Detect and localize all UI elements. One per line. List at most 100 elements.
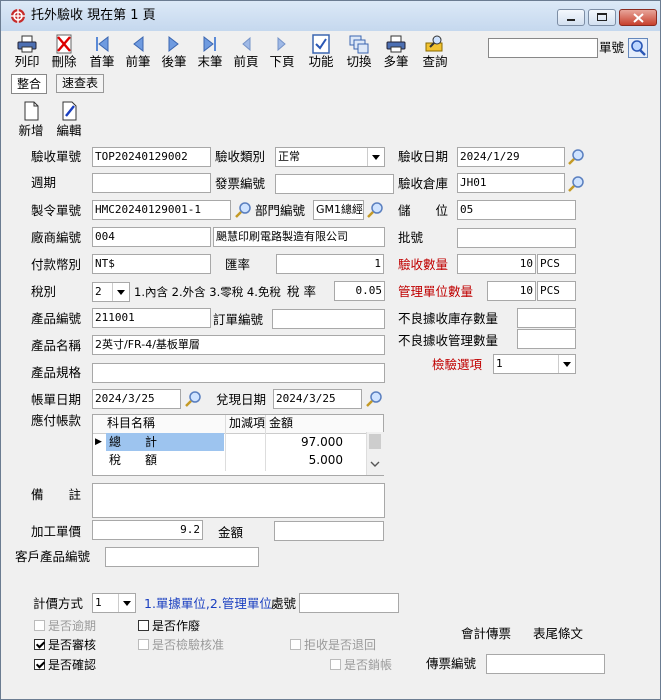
- amount-field[interactable]: [274, 521, 384, 541]
- last-record-icon: [203, 35, 216, 53]
- unit-price-label: 加工單價: [31, 524, 82, 539]
- cash-date-lookup-icon[interactable]: [365, 390, 383, 408]
- next-page-button[interactable]: 下頁: [265, 34, 299, 74]
- mgmt-unit-field[interactable]: PCS: [537, 281, 576, 301]
- function-button[interactable]: 功能: [304, 34, 338, 74]
- table-row[interactable]: 稅 額 5.000: [93, 452, 365, 470]
- voided-checkbox[interactable]: [138, 620, 149, 631]
- grid-scroll-thumb[interactable]: [369, 434, 381, 449]
- bill-date-field[interactable]: 2024/3/25: [92, 389, 181, 409]
- tab-integrated[interactable]: 整合: [11, 74, 47, 94]
- bill-date-lookup-icon[interactable]: [184, 390, 202, 408]
- returned-label: 拒收是否退回: [304, 638, 377, 652]
- footer-terms-label[interactable]: 表尾條文: [533, 625, 583, 643]
- query-icon: [425, 35, 443, 52]
- dept-lookup-icon[interactable]: [366, 201, 384, 219]
- grid-header-adj: 加減項: [229, 416, 266, 430]
- tax-rate-field[interactable]: 0.05: [334, 281, 385, 301]
- inspect-select[interactable]: 1: [493, 354, 576, 374]
- search-input[interactable]: [488, 38, 598, 58]
- maximize-button[interactable]: [588, 9, 616, 26]
- order-ref-field[interactable]: [272, 309, 385, 329]
- query-button[interactable]: 查詢: [418, 34, 452, 74]
- grid-cell-name: 稅 額: [109, 453, 158, 467]
- delete-icon: [56, 34, 72, 54]
- minimize-button[interactable]: [557, 9, 585, 26]
- cash-date-field[interactable]: 2024/3/25: [273, 389, 362, 409]
- grid-scrollbar[interactable]: [366, 432, 384, 475]
- first-record-icon: [96, 35, 109, 53]
- last-record-button[interactable]: 末筆: [193, 34, 227, 74]
- grid-cell-amount: 97.000: [301, 435, 343, 449]
- receipt-date-lookup-icon[interactable]: [567, 148, 585, 166]
- order-no-lookup-icon[interactable]: [234, 201, 252, 219]
- switch-button[interactable]: 切換: [342, 34, 376, 74]
- qty-unit-field[interactable]: PCS: [537, 254, 576, 274]
- spec-label: 產品規格: [31, 365, 82, 380]
- canceled-checkbox[interactable]: [330, 659, 341, 670]
- delete-button[interactable]: 刪除: [47, 34, 81, 74]
- next-record-button[interactable]: 後筆: [157, 34, 191, 74]
- prev-record-button[interactable]: 前筆: [121, 34, 155, 74]
- rate-field[interactable]: 1: [276, 254, 384, 274]
- bad-mgmt-field[interactable]: [517, 329, 576, 349]
- warehouse-lookup-icon[interactable]: [567, 175, 585, 193]
- inspected-label: 是否檢驗核准: [152, 638, 225, 652]
- dept2-field[interactable]: [299, 593, 399, 613]
- batch-field[interactable]: [457, 228, 576, 248]
- voucher-no-field[interactable]: [486, 654, 605, 674]
- invoice-no-field[interactable]: [275, 174, 394, 194]
- new-button[interactable]: 新增: [15, 101, 47, 139]
- order-no-label: 製令單號: [31, 203, 82, 218]
- next-record-icon: [168, 35, 179, 53]
- chevron-down-icon[interactable]: [370, 460, 380, 468]
- table-row[interactable]: ▶ 總 計 97.000: [93, 433, 365, 452]
- batch-label: 批號: [398, 230, 424, 245]
- search-button[interactable]: [628, 38, 648, 58]
- period-field[interactable]: [92, 173, 211, 193]
- search-icon: [631, 40, 646, 56]
- tax-select[interactable]: 2: [92, 282, 130, 302]
- warehouse-field[interactable]: JH01: [457, 173, 565, 193]
- prev-page-button[interactable]: 前頁: [229, 34, 263, 74]
- receipt-date-field[interactable]: 2024/1/29: [457, 147, 565, 167]
- receipt-type-select[interactable]: 正常: [275, 147, 385, 167]
- first-record-button[interactable]: 首筆: [85, 34, 119, 74]
- function-icon: [312, 34, 330, 54]
- currency-field[interactable]: NT$: [92, 254, 211, 274]
- overdue-checkbox[interactable]: [34, 620, 45, 631]
- vendor-code-field[interactable]: 004: [92, 227, 211, 247]
- dept-field[interactable]: GM1總經: [313, 200, 364, 220]
- mgmt-qty-field[interactable]: 10: [487, 281, 536, 301]
- product-no-field[interactable]: 211001: [92, 308, 211, 328]
- vendor-name-field[interactable]: 颶慧印刷電路製造有限公司: [213, 227, 385, 247]
- spec-field[interactable]: [92, 363, 385, 383]
- confirmed-checkbox[interactable]: [34, 659, 45, 670]
- accounting-voucher-label[interactable]: 會計傳票: [461, 625, 511, 643]
- bad-stock-field[interactable]: [517, 308, 576, 328]
- location-field[interactable]: 05: [457, 200, 576, 220]
- pricing-select[interactable]: 1: [92, 593, 136, 613]
- search-label: 單號: [599, 40, 625, 55]
- cust-product-field[interactable]: [105, 547, 259, 567]
- order-no-field[interactable]: HMC20240129001-1: [92, 200, 231, 220]
- prev-record-icon: [133, 35, 144, 53]
- edit-button[interactable]: 編輯: [53, 101, 85, 139]
- close-button[interactable]: [619, 9, 657, 26]
- multi-record-button[interactable]: 多筆: [379, 34, 413, 74]
- remarks-field[interactable]: [92, 483, 385, 518]
- reviewed-checkbox[interactable]: [34, 639, 45, 650]
- edit-doc-icon: [62, 101, 77, 121]
- print-button[interactable]: 列印: [10, 34, 44, 74]
- receipt-no-field[interactable]: TOP20240129002: [92, 147, 211, 167]
- receipt-no-label: 驗收單號: [31, 149, 82, 164]
- tab-quick-lookup[interactable]: 速查表: [56, 74, 104, 93]
- payable-grid[interactable]: 科目名稱 加減項 金額 ▶ 總 計 97.000 稅 額 5.000: [92, 414, 384, 476]
- product-name-field[interactable]: 2英寸/FR-4/基板單層: [92, 335, 385, 355]
- qty-field[interactable]: 10: [457, 254, 536, 274]
- cust-product-label: 客戶產品編號: [15, 549, 91, 564]
- inspected-checkbox[interactable]: [138, 639, 149, 650]
- unit-price-field[interactable]: 9.2: [92, 520, 203, 540]
- returned-checkbox[interactable]: [290, 639, 301, 650]
- confirmed-label: 是否確認: [48, 658, 97, 672]
